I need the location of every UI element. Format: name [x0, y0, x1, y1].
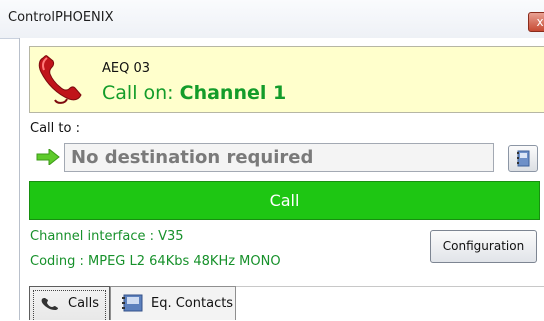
tab-calls-label: Calls — [68, 296, 100, 311]
device-name: AEQ 03 — [102, 61, 151, 76]
address-book-button[interactable] — [508, 145, 538, 172]
call-status-channel: Channel 1 — [179, 82, 287, 104]
coding-text: Coding : MPEG L2 64Kbs 48KHz MONO — [30, 254, 281, 269]
green-arrow-icon — [36, 149, 60, 165]
call-to-label: Call to : — [30, 121, 80, 136]
tab-calls[interactable]: Calls — [29, 286, 110, 320]
destination-field[interactable]: No destination required — [64, 143, 494, 172]
channel-interface-text: Channel interface : V35 — [30, 229, 184, 244]
call-button[interactable]: Call — [29, 181, 540, 220]
window-title: ControlPHOENIX — [8, 10, 114, 25]
phone-icon — [41, 298, 58, 310]
title-bar: ControlPHOENIX — [0, 0, 544, 39]
tab-eq-contacts[interactable]: Eq. Contacts — [110, 286, 236, 320]
call-status: Call on: Channel 1 — [102, 82, 286, 104]
address-book-icon — [517, 150, 530, 167]
phone-icon — [38, 55, 82, 104]
tab-eq-contacts-label: Eq. Contacts — [151, 296, 234, 311]
close-button[interactable]: x — [528, 12, 544, 32]
configuration-button[interactable]: Configuration — [430, 230, 537, 263]
call-status-prefix: Call on: — [102, 82, 180, 104]
contacts-icon — [122, 294, 143, 312]
